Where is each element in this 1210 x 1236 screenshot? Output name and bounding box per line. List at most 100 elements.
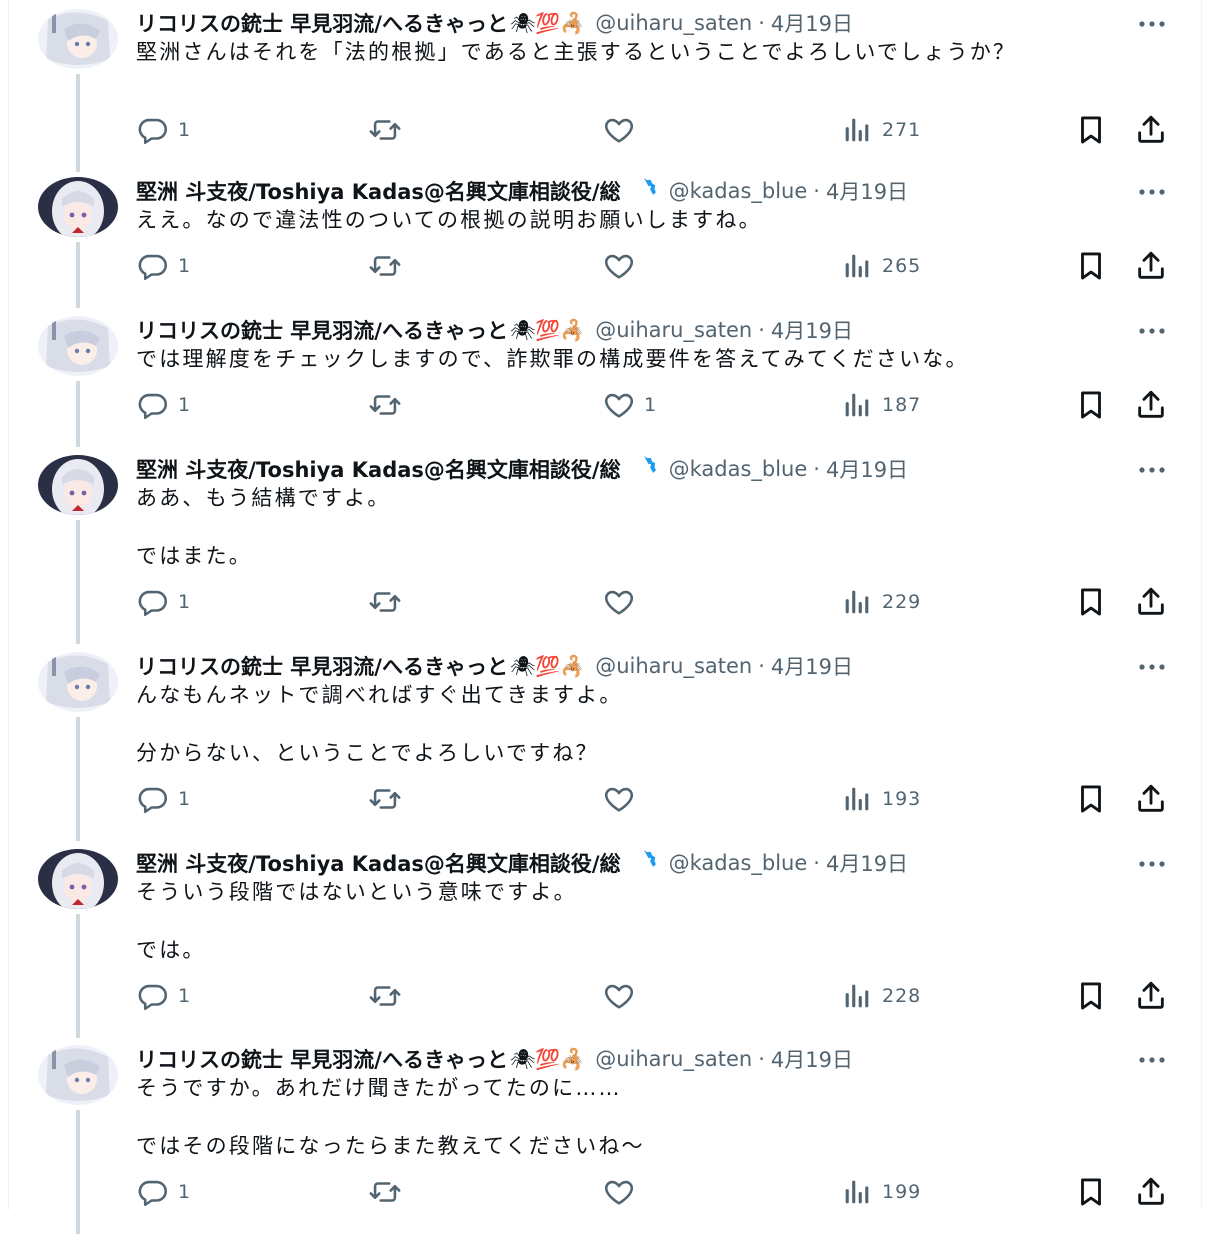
share-button[interactable] (1134, 584, 1168, 620)
display-name[interactable]: リコリスの銃士 早見羽流/へるきゃっと (136, 651, 508, 681)
retweet-button[interactable] (368, 112, 410, 148)
reply-button[interactable]: 1 (136, 248, 191, 284)
user-handle[interactable]: @kadas_blue (669, 179, 808, 203)
views-button[interactable]: 265 (840, 248, 921, 284)
tweet[interactable]: リコリスの銃士 早見羽流/へるきゃっと 🕷💯🦂 @uiharu_saten · 4月19… (0, 647, 1210, 843)
tweet-date[interactable]: 4月19日 (771, 8, 853, 38)
tweet-date[interactable]: 4月19日 (826, 848, 908, 878)
reply-count: 1 (178, 1181, 192, 1203)
more-icon[interactable] (1134, 317, 1170, 345)
user-handle[interactable]: @uiharu_saten (595, 318, 752, 342)
more-icon[interactable] (1134, 178, 1170, 206)
avatar[interactable] (38, 177, 118, 237)
display-name[interactable]: リコリスの銃士 早見羽流/へるきゃっと (136, 8, 508, 38)
tweet-paragraph: では理解度をチェックしますので、詐欺罪の構成要件を答えてみてくださいな。 (136, 347, 969, 371)
bookmark-button[interactable] (1074, 112, 1108, 148)
like-button[interactable] (602, 248, 644, 284)
tweet[interactable]: 堅洲 斗支夜/Toshiya Kadas@名興文庫相談役/総 @kadas_blu… (0, 450, 1210, 646)
display-name[interactable]: 堅洲 斗支夜/Toshiya Kadas@名興文庫相談役/総 (136, 176, 621, 206)
user-handle[interactable]: @uiharu_saten (595, 654, 752, 678)
bookmark-button[interactable] (1074, 248, 1108, 284)
more-icon[interactable] (1134, 456, 1170, 484)
avatar[interactable] (38, 316, 118, 376)
reply-button[interactable]: 1 (136, 112, 191, 148)
tweet-paragraph: んなもんネットで調べればすぐ出てきますよ。 (136, 683, 623, 707)
avatar[interactable] (38, 455, 118, 515)
share-icon (1134, 782, 1168, 816)
like-button[interactable] (602, 584, 644, 620)
bookmark-button[interactable] (1074, 978, 1108, 1014)
reply-button[interactable]: 1 (136, 584, 191, 620)
reply-icon (136, 782, 170, 816)
retweet-button[interactable] (368, 781, 410, 817)
tweet[interactable]: 堅洲 斗支夜/Toshiya Kadas@名興文庫相談役/総 @kadas_blu… (0, 172, 1210, 310)
reply-count: 1 (178, 591, 192, 613)
tweet-date[interactable]: 4月19日 (826, 454, 908, 484)
avatar[interactable] (38, 9, 118, 69)
display-name[interactable]: リコリスの銃士 早見羽流/へるきゃっと (136, 315, 508, 345)
separator-dot: · (758, 11, 765, 35)
tweet[interactable]: リコリスの銃士 早見羽流/へるきゃっと 🕷💯🦂 @uiharu_saten · 4月19… (0, 4, 1210, 174)
more-icon[interactable] (1134, 850, 1170, 878)
reply-button[interactable]: 1 (136, 387, 191, 423)
share-button[interactable] (1134, 112, 1168, 148)
user-handle[interactable]: @uiharu_saten (595, 11, 752, 35)
views-icon (840, 585, 874, 619)
display-name[interactable]: 堅洲 斗支夜/Toshiya Kadas@名興文庫相談役/総 (136, 454, 621, 484)
reply-button[interactable]: 1 (136, 978, 191, 1014)
bookmark-icon (1074, 1175, 1108, 1209)
tweet-date[interactable]: 4月19日 (771, 1044, 853, 1074)
reply-button[interactable]: 1 (136, 781, 191, 817)
verified-badge-icon[interactable] (629, 454, 659, 484)
like-button[interactable]: 1 (602, 387, 657, 423)
views-button[interactable]: 271 (840, 112, 921, 148)
display-name[interactable]: 堅洲 斗支夜/Toshiya Kadas@名興文庫相談役/総 (136, 848, 621, 878)
tweet-date[interactable]: 4月19日 (826, 176, 908, 206)
user-handle[interactable]: @kadas_blue (669, 851, 808, 875)
retweet-button[interactable] (368, 978, 410, 1014)
like-button[interactable] (602, 781, 644, 817)
bookmark-button[interactable] (1074, 781, 1108, 817)
views-button[interactable]: 193 (840, 781, 921, 817)
tweet-actions: 1 193 (136, 781, 1176, 817)
share-button[interactable] (1134, 248, 1168, 284)
tweet-date[interactable]: 4月19日 (771, 315, 853, 345)
avatar[interactable] (38, 849, 118, 909)
avatar[interactable] (38, 1045, 118, 1105)
tweet[interactable]: リコリスの銃士 早見羽流/へるきゃっと 🕷💯🦂 @uiharu_saten · 4月19… (0, 311, 1210, 449)
more-icon[interactable] (1134, 1046, 1170, 1074)
views-button[interactable]: 229 (840, 584, 921, 620)
share-button[interactable] (1134, 387, 1168, 423)
retweet-button[interactable] (368, 584, 410, 620)
verified-badge-icon[interactable] (629, 176, 659, 206)
retweet-button[interactable] (368, 387, 410, 423)
bookmark-button[interactable] (1074, 1174, 1108, 1210)
share-button[interactable] (1134, 781, 1168, 817)
views-button[interactable]: 228 (840, 978, 921, 1014)
like-button[interactable] (602, 1174, 644, 1210)
more-icon[interactable] (1134, 653, 1170, 681)
avatar[interactable] (38, 652, 118, 712)
reply-button[interactable]: 1 (136, 1174, 191, 1210)
retweet-button[interactable] (368, 1174, 410, 1210)
tweet-header: リコリスの銃士 早見羽流/へるきゃっと 🕷💯🦂 @uiharu_saten · 4月19… (136, 1044, 1136, 1074)
like-button[interactable] (602, 978, 644, 1014)
bookmark-button[interactable] (1074, 584, 1108, 620)
tweet[interactable]: 堅洲 斗支夜/Toshiya Kadas@名興文庫相談役/総 @kadas_blu… (0, 844, 1210, 1040)
retweet-button[interactable] (368, 248, 410, 284)
user-handle[interactable]: @kadas_blue (669, 457, 808, 481)
views-button[interactable]: 199 (840, 1174, 921, 1210)
user-handle[interactable]: @uiharu_saten (595, 1047, 752, 1071)
tweet-date[interactable]: 4月19日 (771, 651, 853, 681)
tweet[interactable]: リコリスの銃士 早見羽流/へるきゃっと 🕷💯🦂 @uiharu_saten · 4月19… (0, 1040, 1210, 1236)
verified-badge-icon[interactable] (629, 848, 659, 878)
share-button[interactable] (1134, 1174, 1168, 1210)
share-button[interactable] (1134, 978, 1168, 1014)
tweet-header: 堅洲 斗支夜/Toshiya Kadas@名興文庫相談役/総 @kadas_blu… (136, 176, 1136, 206)
bookmark-button[interactable] (1074, 387, 1108, 423)
tweet-paragraph: そういう段階ではないという意味ですよ。 (136, 880, 577, 904)
display-name[interactable]: リコリスの銃士 早見羽流/へるきゃっと (136, 1044, 508, 1074)
like-button[interactable] (602, 112, 644, 148)
views-button[interactable]: 187 (840, 387, 921, 423)
more-icon[interactable] (1134, 10, 1170, 38)
